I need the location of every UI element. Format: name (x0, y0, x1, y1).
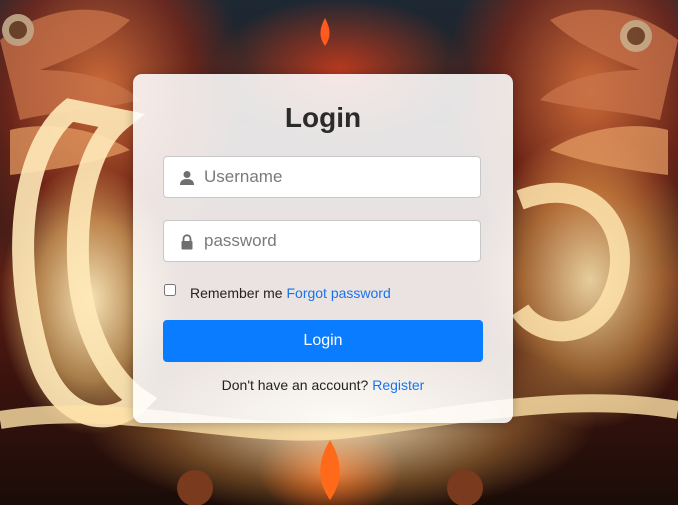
bottom-orb-left (177, 470, 213, 505)
login-card: Login Remember me Forgot password Login … (133, 74, 513, 423)
lock-icon (181, 234, 193, 250)
login-page: Login Remember me Forgot password Login … (0, 0, 678, 505)
password-field[interactable] (163, 220, 481, 262)
register-prompt: Don't have an account? (221, 377, 369, 393)
right-wing-ornament (540, 9, 678, 175)
login-title: Login (284, 102, 362, 133)
remember-text: Remember me Forgot password (190, 285, 391, 301)
login-button[interactable]: Login (163, 320, 483, 362)
remember-row: Remember me Forgot password (163, 283, 493, 303)
register-line: Don't have an account? Register (133, 377, 513, 393)
username-field[interactable] (163, 156, 481, 198)
password-input[interactable] (204, 221, 474, 261)
left-wing-ornament (0, 9, 140, 175)
register-link[interactable]: Register (372, 377, 424, 393)
bottom-orb-right (447, 470, 483, 505)
user-icon (180, 171, 194, 185)
glow-letter-right (511, 182, 630, 342)
remember-checkbox[interactable] (164, 284, 176, 296)
username-input[interactable] (204, 157, 474, 197)
forgot-password-link[interactable]: Forgot password (286, 285, 390, 301)
remember-label: Remember me (190, 285, 283, 301)
top-flame (320, 18, 330, 46)
bottom-flame (320, 440, 340, 500)
